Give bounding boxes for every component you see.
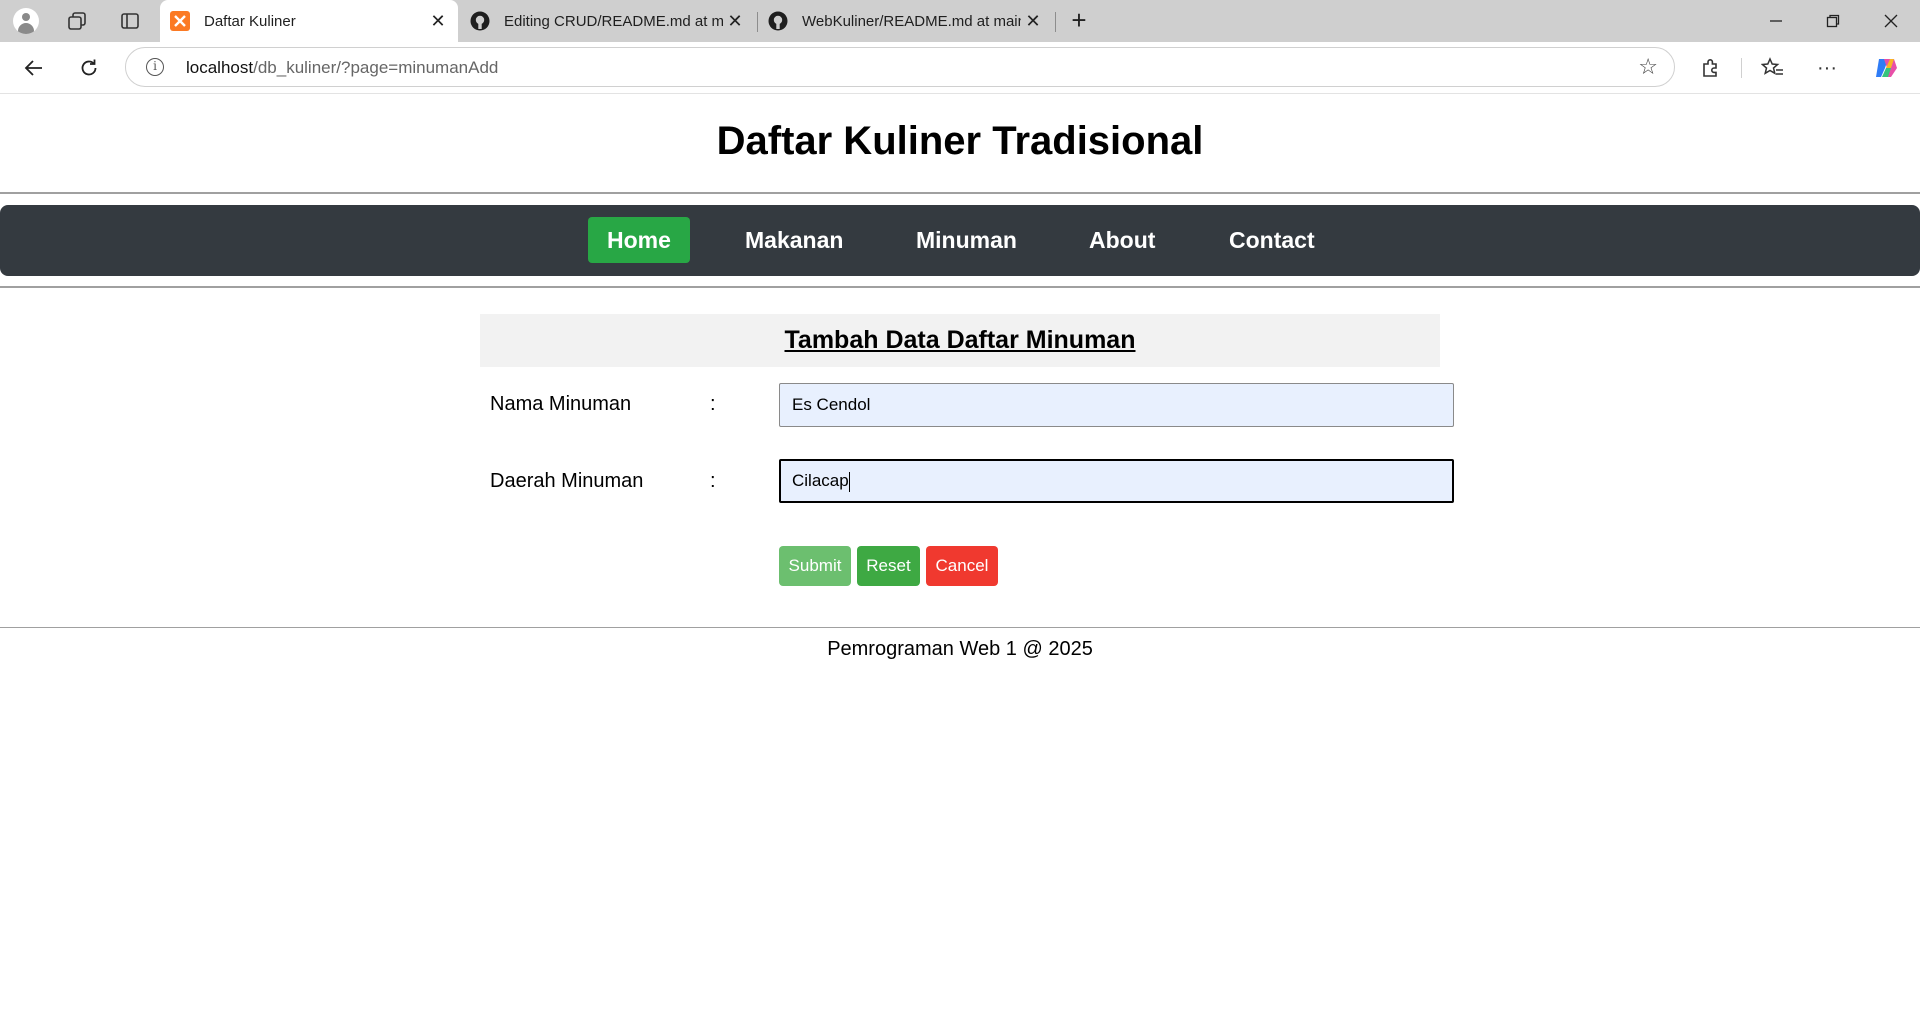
tab-actions-icon[interactable] bbox=[116, 7, 144, 35]
tab-divider bbox=[1055, 12, 1056, 32]
label-separator: : bbox=[710, 393, 716, 415]
restore-icon[interactable] bbox=[1813, 6, 1853, 36]
tab-daftar-kuliner[interactable]: Daftar Kuliner ✕ bbox=[160, 0, 458, 42]
page-content: Daftar Kuliner Tradisional Home Makanan … bbox=[0, 95, 1920, 1020]
close-tab-icon[interactable]: ✕ bbox=[1021, 9, 1045, 33]
text-caret bbox=[848, 471, 850, 492]
github-icon bbox=[768, 11, 788, 31]
nama-minuman-label: Nama Minuman bbox=[490, 393, 632, 415]
address-bar[interactable]: i localhost/db_kuliner/?page=minumanAdd … bbox=[125, 47, 1675, 87]
label-separator: : bbox=[710, 470, 716, 492]
xampp-icon bbox=[170, 11, 190, 31]
tab-title: Editing CRUD/README.md at main bbox=[504, 12, 723, 30]
nav-contact[interactable]: Contact bbox=[1210, 217, 1334, 263]
close-window-icon[interactable] bbox=[1871, 6, 1911, 36]
workspaces-icon[interactable] bbox=[63, 7, 91, 35]
tab-webkuliner-readme[interactable]: WebKuliner/README.md at main ✕ bbox=[758, 0, 1053, 42]
url-path: /db_kuliner/?page=minumanAdd bbox=[253, 58, 499, 77]
daerah-minuman-value: Cilacap bbox=[792, 471, 849, 490]
submit-button[interactable]: Submit bbox=[779, 546, 851, 586]
close-tab-icon[interactable]: ✕ bbox=[426, 9, 450, 33]
cancel-button[interactable]: Cancel bbox=[926, 546, 998, 586]
tab-editing-crud-readme[interactable]: Editing CRUD/README.md at main ✕ bbox=[460, 0, 755, 42]
new-tab-icon[interactable]: + bbox=[1065, 7, 1093, 35]
header-divider bbox=[0, 192, 1920, 194]
daerah-minuman-input[interactable]: Cilacap bbox=[779, 459, 1454, 503]
minimize-icon[interactable] bbox=[1756, 6, 1796, 36]
back-icon[interactable] bbox=[18, 52, 50, 84]
github-icon bbox=[470, 11, 490, 31]
url-host: localhost bbox=[186, 58, 254, 77]
browser-tab-bar: Daftar Kuliner ✕ Editing CRUD/README.md … bbox=[0, 0, 1920, 42]
close-tab-icon[interactable]: ✕ bbox=[723, 9, 747, 33]
copilot-icon[interactable] bbox=[1870, 52, 1902, 84]
tab-title: WebKuliner/README.md at main bbox=[802, 12, 1021, 30]
profile-icon[interactable] bbox=[12, 7, 40, 35]
navbar-divider bbox=[0, 286, 1920, 288]
tab-title: Daftar Kuliner bbox=[204, 12, 296, 30]
extensions-icon[interactable] bbox=[1695, 52, 1727, 84]
nama-minuman-input[interactable]: Es Cendol bbox=[779, 383, 1454, 427]
form-heading: Tambah Data Daftar Minuman bbox=[480, 314, 1440, 367]
address-toolbar: i localhost/db_kuliner/?page=minumanAdd … bbox=[0, 42, 1920, 94]
refresh-icon[interactable] bbox=[73, 52, 105, 84]
nav-makanan[interactable]: Makanan bbox=[726, 217, 862, 263]
footer-divider bbox=[0, 627, 1920, 628]
nav-about[interactable]: About bbox=[1070, 217, 1174, 263]
footer-text: Pemrograman Web 1 @ 2025 bbox=[827, 638, 1093, 660]
reset-button[interactable]: Reset bbox=[857, 546, 920, 586]
nav-home[interactable]: Home bbox=[588, 217, 690, 263]
url-text[interactable]: localhost/db_kuliner/?page=minumanAdd bbox=[186, 58, 498, 78]
main-navbar: Home Makanan Minuman About Contact bbox=[0, 205, 1920, 276]
site-info-icon[interactable]: i bbox=[146, 58, 164, 76]
favorites-icon[interactable] bbox=[1757, 52, 1789, 84]
nama-minuman-value: Es Cendol bbox=[792, 395, 871, 414]
nav-minuman[interactable]: Minuman bbox=[897, 217, 1036, 263]
more-options-icon[interactable]: ··· bbox=[1811, 52, 1843, 84]
favorite-star-icon[interactable]: ☆ bbox=[1638, 54, 1658, 80]
site-title: Daftar Kuliner Tradisional bbox=[716, 119, 1204, 163]
daerah-minuman-label: Daerah Minuman bbox=[490, 470, 644, 492]
toolbar-divider bbox=[1741, 58, 1742, 78]
